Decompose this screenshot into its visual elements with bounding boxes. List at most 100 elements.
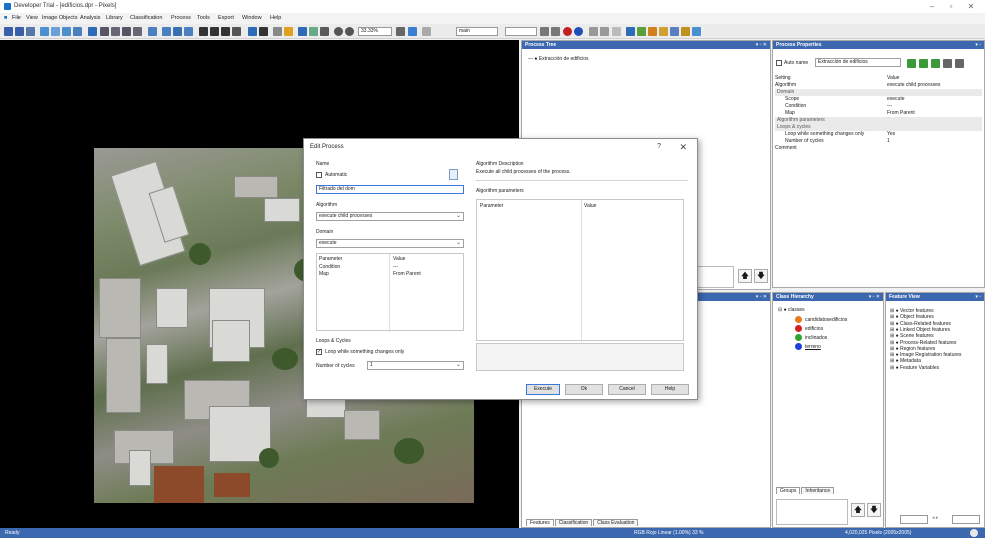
algorithm-select[interactable]: execute child processes ⌄ bbox=[316, 212, 464, 221]
chart-icon[interactable] bbox=[692, 27, 701, 36]
execute-icon[interactable] bbox=[931, 59, 940, 68]
workspace-icon[interactable] bbox=[26, 27, 35, 36]
add-child-icon[interactable] bbox=[919, 59, 928, 68]
expand-icon[interactable]: ⊞ ● bbox=[890, 358, 900, 364]
feature-group-item[interactable]: ⊞ ● Class-Related features bbox=[890, 321, 951, 327]
panel-controls-icon[interactable]: ▾ ▫ ✕ bbox=[756, 41, 767, 49]
black-box3-icon[interactable] bbox=[221, 27, 230, 36]
zoom-in-icon[interactable] bbox=[334, 27, 343, 36]
feature-group-item[interactable]: ⊞ ● Region features bbox=[890, 346, 935, 352]
save-icon[interactable] bbox=[15, 27, 24, 36]
automatic-checkbox[interactable] bbox=[316, 172, 322, 178]
expand-icon[interactable]: ⊞ ● bbox=[890, 333, 900, 339]
view-icon[interactable] bbox=[40, 27, 49, 36]
menu-help[interactable]: Help bbox=[270, 15, 281, 21]
menu-library[interactable]: Library bbox=[106, 15, 123, 21]
class-item[interactable]: candidatosedificios bbox=[795, 316, 847, 324]
pan-icon[interactable] bbox=[298, 27, 307, 36]
close-icon[interactable]: ✕ bbox=[679, 142, 687, 153]
property-row[interactable]: Loop while something changes only Yes bbox=[775, 131, 982, 138]
feature-group-item[interactable]: ⊞ ● Metadata bbox=[890, 358, 921, 364]
black-box2-icon[interactable] bbox=[210, 27, 219, 36]
black-box-icon[interactable] bbox=[199, 27, 208, 36]
menu-file[interactable]: File bbox=[12, 15, 21, 21]
grid2-icon[interactable] bbox=[111, 27, 120, 36]
feature-group-item[interactable]: ⊞ ● Vector features bbox=[890, 308, 934, 314]
property-section[interactable]: Loops & cycles bbox=[775, 124, 982, 131]
zoom-select[interactable]: 33.33% bbox=[358, 27, 392, 36]
outline-icon[interactable] bbox=[73, 27, 82, 36]
class-item[interactable]: terreno bbox=[795, 343, 821, 351]
zoom-area-icon[interactable] bbox=[309, 27, 318, 36]
up-arrow-icon[interactable] bbox=[551, 27, 560, 36]
tab-features[interactable]: Features bbox=[526, 519, 554, 526]
app-menu-icon[interactable]: ■ bbox=[4, 15, 7, 21]
expand-icon[interactable]: ⊞ ● bbox=[890, 340, 900, 346]
layer-select[interactable]: main bbox=[456, 27, 498, 36]
feature-group-item[interactable]: ⊞ ● Object features bbox=[890, 314, 934, 320]
statistics-icon[interactable] bbox=[670, 27, 679, 36]
minimize-icon[interactable]: – bbox=[925, 1, 939, 12]
feature-group-item[interactable]: ⊞ ● Image Registration features bbox=[890, 352, 961, 358]
domain-select[interactable]: execute ⌄ bbox=[316, 239, 464, 248]
feature-icon[interactable] bbox=[648, 27, 657, 36]
cancel-button[interactable]: Cancel bbox=[608, 384, 646, 395]
zoom-fit-icon[interactable] bbox=[320, 27, 329, 36]
menu-classification[interactable]: Classification bbox=[130, 15, 162, 21]
class-down-button[interactable]: 🡇 bbox=[867, 503, 881, 517]
feature-group-item[interactable]: ⊞ ● Process-Related features bbox=[890, 340, 956, 346]
process-tree-root[interactable]: — ● Extracción de edificios bbox=[528, 56, 589, 62]
menu-export[interactable]: Export bbox=[218, 15, 234, 21]
panel-controls-icon[interactable]: ▾ ▫ ✕ bbox=[869, 293, 880, 301]
property-row[interactable]: Comment bbox=[775, 145, 982, 152]
algorithm-parameters-table[interactable]: Parameter Value bbox=[476, 199, 684, 342]
expand-icon[interactable]: ⊞ ● bbox=[890, 314, 900, 320]
execute-button[interactable]: Execute bbox=[526, 384, 560, 395]
grid4-icon[interactable] bbox=[133, 27, 142, 36]
edit-name-icon[interactable] bbox=[449, 169, 458, 180]
process-name-field[interactable]: Extracción de edificios bbox=[815, 58, 901, 67]
auto-name-checkbox[interactable] bbox=[776, 60, 782, 66]
select-icon[interactable] bbox=[273, 27, 282, 36]
expand-icon[interactable]: ⊞ ● bbox=[890, 352, 900, 358]
cursor-icon[interactable] bbox=[248, 27, 257, 36]
close-icon[interactable]: ✕ bbox=[964, 1, 978, 12]
history-icon[interactable] bbox=[612, 27, 621, 36]
feature-group-item[interactable]: ⊞ ● Linked Object features bbox=[890, 327, 950, 333]
grid-icon[interactable] bbox=[100, 27, 109, 36]
menu-image-objects[interactable]: Image Objects bbox=[42, 15, 77, 21]
property-row[interactable]: Condition --- bbox=[775, 103, 982, 110]
classes-root[interactable]: ⊟ ● classes bbox=[778, 307, 805, 314]
equals-icon[interactable] bbox=[422, 27, 431, 36]
domain-parameters-table[interactable]: Parameter Value Condition --- Map From P… bbox=[316, 253, 464, 332]
highlight-icon[interactable] bbox=[284, 27, 293, 36]
menu-window[interactable]: Window bbox=[242, 15, 262, 21]
black-box4-icon[interactable] bbox=[232, 27, 241, 36]
class-snippet-box[interactable] bbox=[776, 499, 848, 525]
pin-icon[interactable] bbox=[88, 27, 97, 36]
property-section[interactable]: Algorithm parameters bbox=[775, 117, 982, 124]
zoom-dropdown-icon[interactable] bbox=[396, 27, 405, 36]
property-row[interactable]: Algorithm execute child processes bbox=[775, 82, 982, 89]
window3-icon[interactable] bbox=[184, 27, 193, 36]
status-globe-icon[interactable] bbox=[970, 529, 978, 537]
window-icon[interactable] bbox=[162, 27, 171, 36]
up-icon[interactable] bbox=[943, 59, 952, 68]
property-row[interactable]: Map From Parent bbox=[775, 110, 982, 117]
property-section[interactable]: Domain bbox=[775, 89, 982, 96]
loop-checkbox[interactable]: ✓ bbox=[316, 349, 322, 355]
feature-group-item[interactable]: ⊞ ● Scene features bbox=[890, 333, 934, 339]
sample-icon[interactable] bbox=[637, 27, 646, 36]
process-name-input[interactable]: Filtrado del dom bbox=[316, 185, 464, 194]
tab-classification[interactable]: Classification bbox=[554, 519, 593, 526]
property-row[interactable]: Number of cycles 1 bbox=[775, 138, 982, 145]
split-icon[interactable] bbox=[148, 27, 157, 36]
class-up-button[interactable]: 🡅 bbox=[851, 503, 865, 517]
menu-analysis[interactable]: Analysis bbox=[80, 15, 100, 21]
class-item[interactable]: edificios bbox=[795, 325, 823, 333]
window2-icon[interactable] bbox=[173, 27, 182, 36]
zoom-out-icon[interactable] bbox=[345, 27, 354, 36]
info-icon[interactable] bbox=[574, 27, 583, 36]
feature-group-item[interactable]: ⊞ ● Feature Variables bbox=[890, 365, 939, 371]
undo-icon[interactable] bbox=[589, 27, 598, 36]
